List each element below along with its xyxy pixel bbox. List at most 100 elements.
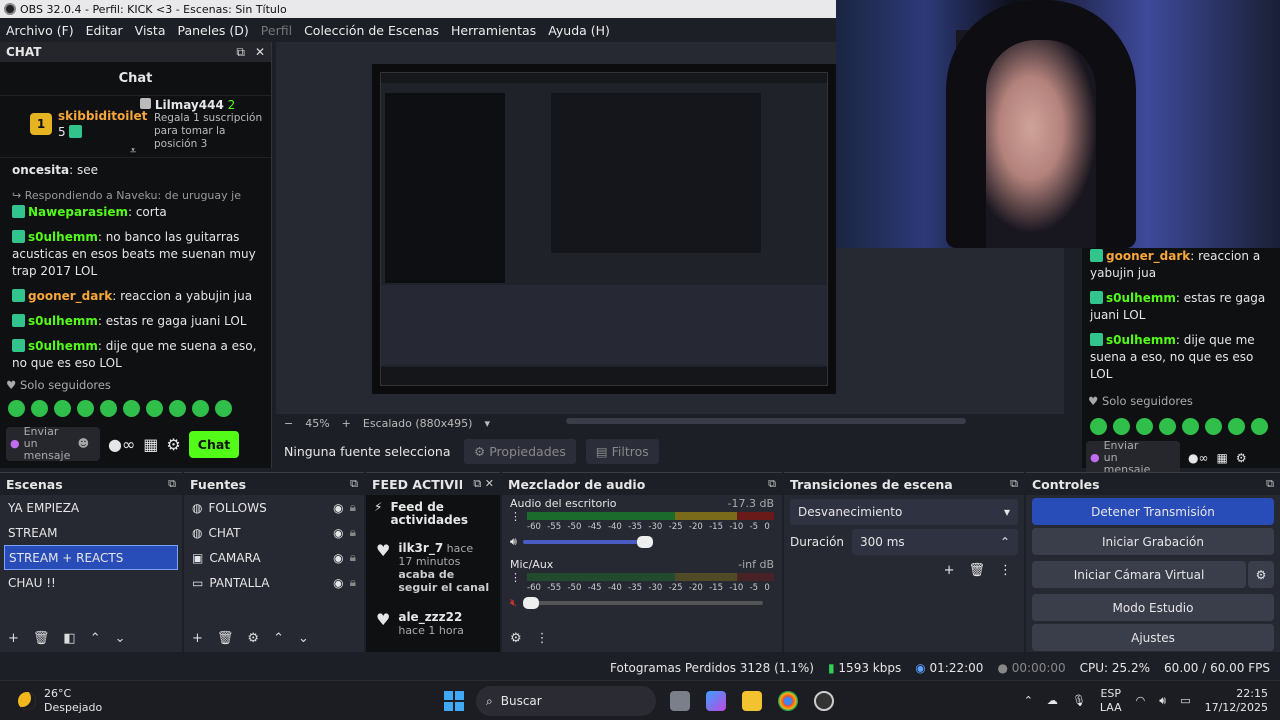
more-vertical-icon[interactable]: ⋮ [536, 631, 549, 646]
emote-icon[interactable] [1182, 418, 1199, 435]
menu-ayuda[interactable]: Ayuda (H) [542, 23, 616, 38]
wifi-icon[interactable]: ◠ [1136, 694, 1146, 708]
emote-icon[interactable] [1159, 418, 1176, 435]
filters-button[interactable]: ▤ Filtros [585, 438, 659, 464]
task-view-icon[interactable] [670, 691, 690, 711]
emote-icon[interactable] [1228, 418, 1245, 435]
more-vertical-icon[interactable]: ⋮ [510, 571, 521, 593]
emote-icon[interactable] [54, 400, 71, 417]
microphone-icon[interactable]: ● [1090, 452, 1100, 464]
gear-icon[interactable]: ⚙ [510, 631, 522, 646]
more-vertical-icon[interactable]: ⋮ [999, 563, 1012, 578]
copilot-icon[interactable] [706, 691, 726, 711]
undock-icon[interactable]: ⧉ [350, 477, 358, 491]
gear-icon[interactable]: ⚙ [1236, 450, 1247, 467]
arrow-up-icon[interactable]: ⌃ [273, 631, 284, 646]
emote-icon[interactable] [77, 400, 94, 417]
source-item[interactable]: ◍ FOLLOWS ◉ 🔒︎ [184, 495, 364, 520]
close-icon[interactable]: ✕ [255, 45, 265, 60]
eye-icon[interactable]: ◉ [333, 526, 343, 540]
preview-canvas[interactable] [372, 64, 836, 394]
emote-icon[interactable] [146, 400, 163, 417]
scene-item[interactable]: STREAM [0, 520, 182, 545]
infinity-icon[interactable]: ●∞ [108, 435, 135, 454]
weather-widget[interactable]: 26°C Despejado [18, 687, 102, 715]
arrow-down-icon[interactable]: ⌄ [298, 631, 309, 646]
volume-slider[interactable] [522, 597, 763, 609]
top-user-1[interactable]: skibbiditoilet [58, 108, 147, 124]
chat-message-input[interactable]: ● Enviar un mensaje [1086, 440, 1180, 476]
arrow-up-icon[interactable]: ⌃ [90, 631, 101, 646]
add-icon[interactable]: + [8, 631, 19, 646]
zoom-in-icon[interactable]: + [342, 417, 351, 430]
emote-icon[interactable] [192, 400, 209, 417]
battery-icon[interactable]: ▭ [1180, 694, 1190, 708]
eye-icon[interactable]: ◉ [333, 551, 343, 565]
lock-icon[interactable]: 🔒︎ [350, 575, 356, 590]
menu-archivo[interactable]: Archivo (F) [0, 23, 80, 38]
more-vertical-icon[interactable]: ⋮ [510, 510, 521, 532]
emote-icon[interactable] [31, 400, 48, 417]
undock-icon[interactable]: ⧉ [768, 477, 776, 491]
zoom-out-icon[interactable]: − [284, 417, 293, 430]
gear-icon[interactable]: ⚙ [166, 435, 180, 454]
arrow-down-icon[interactable]: ⌄ [115, 631, 126, 646]
scene-item-selected[interactable]: STREAM + REACTS [4, 545, 178, 570]
emoji-icon[interactable]: ☻ [78, 438, 89, 450]
emote-icon[interactable] [215, 400, 232, 417]
chat-message-input[interactable]: ● Enviar un mensaje ☻ [6, 426, 100, 462]
menu-vista[interactable]: Vista [129, 23, 172, 38]
chevron-up-icon[interactable]: ⌃ [1024, 694, 1033, 708]
volume-icon[interactable]: 🔊︎ [1159, 694, 1166, 708]
top-user-2[interactable]: Lilmay444 [155, 98, 224, 112]
lock-icon[interactable]: 🔒︎ [350, 550, 356, 565]
gear-icon[interactable]: ⚙ [1248, 561, 1274, 588]
emote-icon[interactable] [1136, 418, 1153, 435]
store-icon[interactable]: ▦ [1216, 450, 1227, 467]
menu-editar[interactable]: Editar [80, 23, 129, 38]
undock-icon[interactable]: ⧉ [473, 477, 481, 490]
emote-icon[interactable] [1205, 418, 1222, 435]
undock-icon[interactable]: ⧉ [236, 45, 245, 60]
properties-button[interactable]: ⚙ Propiedades [464, 438, 576, 464]
emote-icon[interactable] [100, 400, 117, 417]
undock-icon[interactable]: ⧉ [1010, 477, 1018, 491]
microphone-icon[interactable]: 🎙︎ [1072, 694, 1086, 708]
studio-mode-button[interactable]: Modo Estudio [1032, 594, 1274, 621]
preview-horizontal-scrollbar[interactable] [566, 418, 966, 424]
undock-icon[interactable]: ⧉ [1266, 477, 1274, 491]
menu-coleccion-escenas[interactable]: Colección de Escenas [298, 23, 445, 38]
scene-item[interactable]: YA EMPIEZA [0, 495, 182, 520]
emote-icon[interactable] [123, 400, 140, 417]
chat-send-button[interactable]: Chat [188, 430, 240, 458]
microphone-icon[interactable]: ● [10, 438, 20, 450]
settings-button[interactable]: Ajustes [1032, 624, 1274, 651]
add-icon[interactable]: + [944, 563, 955, 578]
speaker-icon[interactable]: 🔊︎ [510, 535, 517, 549]
add-icon[interactable]: + [192, 631, 203, 646]
transition-select[interactable]: Desvanecimiento ▾ [790, 499, 1018, 525]
trash-icon[interactable]: 🗑 [217, 631, 234, 646]
windows-start-icon[interactable] [444, 691, 464, 711]
chevron-down-icon[interactable]: ⩡ [130, 144, 136, 158]
file-explorer-icon[interactable] [742, 691, 762, 711]
menu-paneles[interactable]: Paneles (D) [172, 23, 255, 38]
emote-icon[interactable] [1113, 418, 1130, 435]
emote-icon[interactable] [169, 400, 186, 417]
menu-perfil[interactable]: Perfil [255, 23, 298, 38]
trash-icon[interactable]: 🗑 [968, 563, 985, 578]
obs-taskbar-icon[interactable] [814, 691, 834, 711]
emote-icon[interactable] [1090, 418, 1107, 435]
chrome-icon[interactable] [778, 691, 798, 711]
menu-herramientas[interactable]: Herramientas [445, 23, 542, 38]
language-indicator[interactable]: ESP LAA [1100, 687, 1122, 715]
chevron-down-icon[interactable]: ▾ [484, 417, 490, 430]
volume-slider[interactable] [522, 536, 653, 548]
duration-spinbox[interactable]: 300 ms ⌃ [852, 529, 1018, 555]
start-virtual-camera-button[interactable]: Iniciar Cámara Virtual [1032, 561, 1246, 588]
close-icon[interactable]: ✕ [485, 477, 494, 490]
scaling-mode[interactable]: Escalado (880x495) [363, 417, 473, 430]
filter-icon[interactable]: ◧ [63, 631, 75, 646]
undock-icon[interactable]: ⧉ [168, 477, 176, 491]
start-recording-button[interactable]: Iniciar Grabación [1032, 528, 1274, 555]
